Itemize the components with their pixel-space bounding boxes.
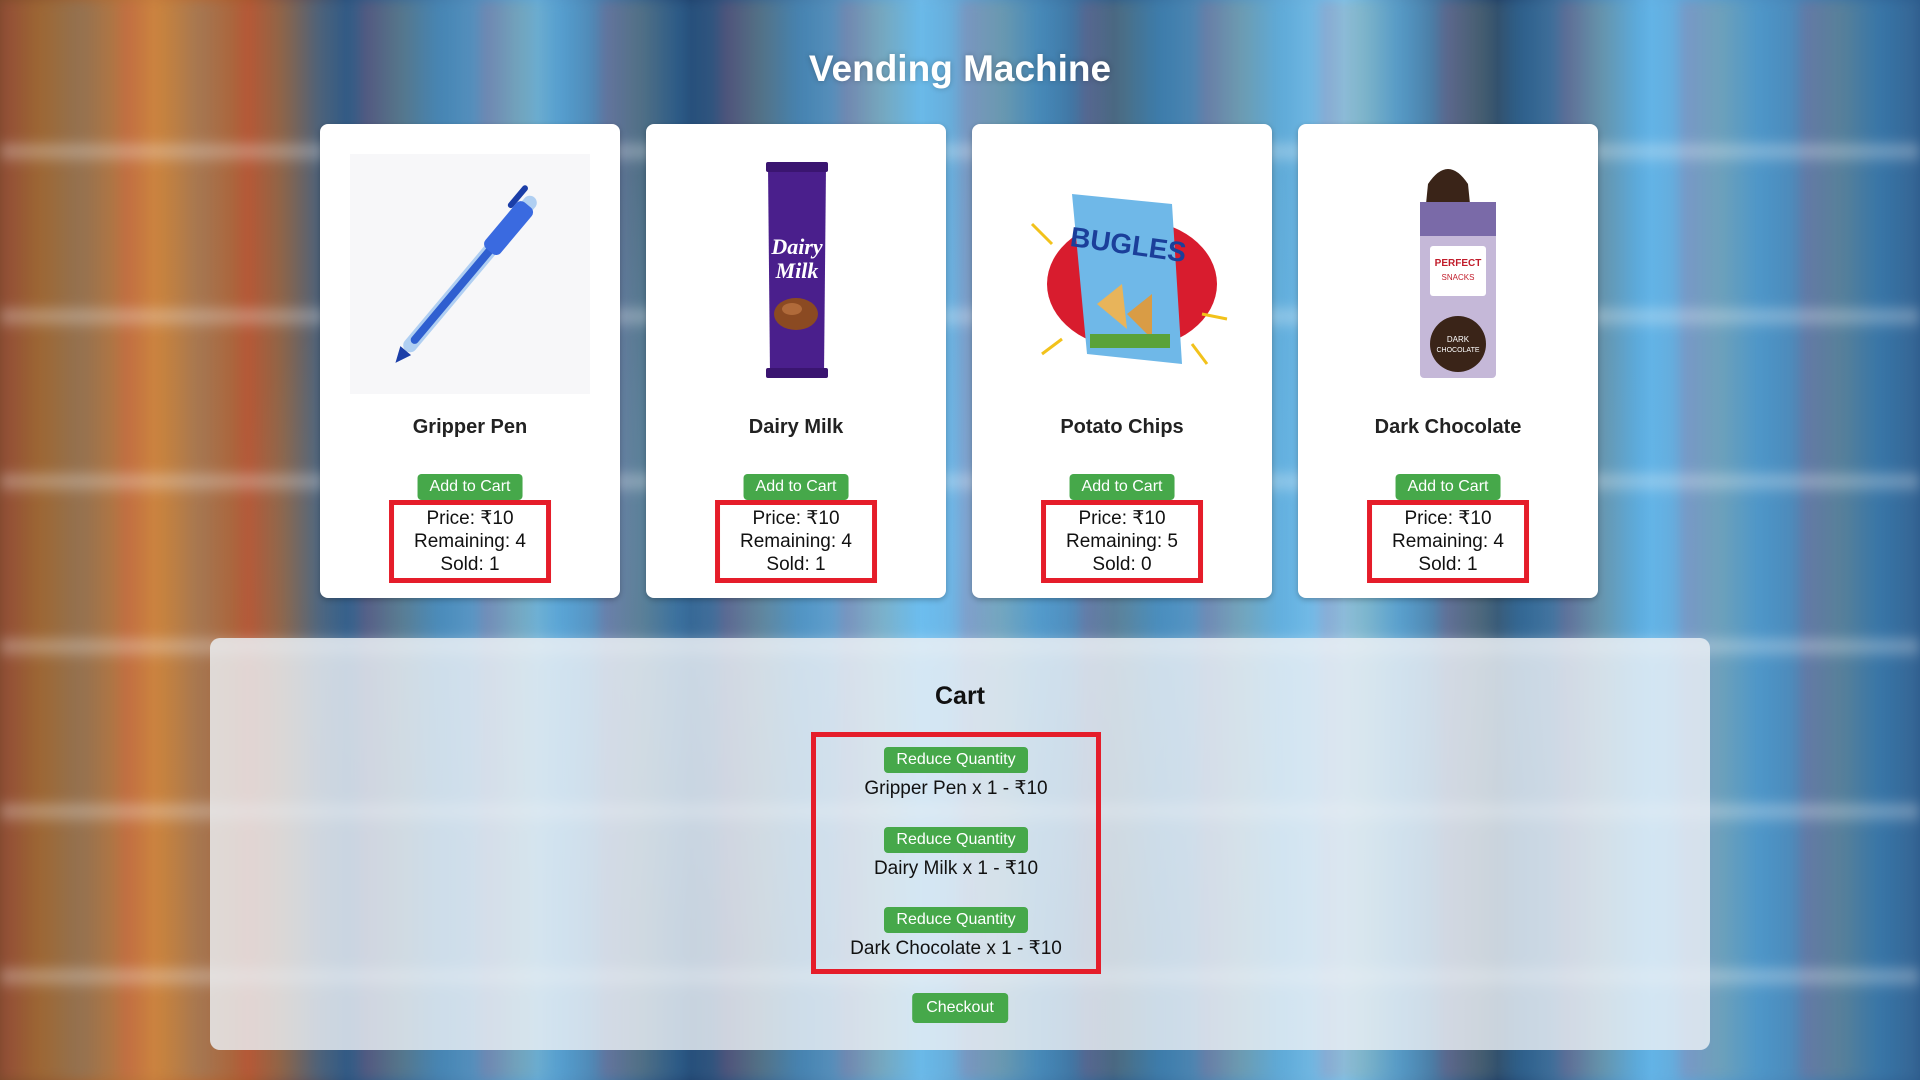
product-stats: Price: ₹10 Remaining: 5 Sold: 0 <box>1041 500 1203 583</box>
product-price: Price: ₹10 <box>426 508 514 529</box>
chocolate-bar-image: Dairy Milk <box>676 154 916 394</box>
product-card: PERFECT SNACKS DARK CHOCOLATE Dark Choco… <box>1298 124 1598 598</box>
cart-item: Reduce Quantity Dairy Milk x 1 - ₹10 <box>816 827 1096 880</box>
product-name: Potato Chips <box>1060 416 1184 438</box>
product-sold: Sold: 1 <box>1418 554 1478 575</box>
product-price: Price: ₹10 <box>1078 508 1166 529</box>
product-sold: Sold: 0 <box>1092 554 1152 575</box>
cart-items-list: Reduce Quantity Gripper Pen x 1 - ₹10 Re… <box>811 732 1101 974</box>
svg-text:DARK: DARK <box>1447 335 1470 344</box>
add-to-cart-button[interactable]: Add to Cart <box>1069 474 1175 500</box>
product-remaining: Remaining: 4 <box>740 531 852 552</box>
reduce-quantity-button[interactable]: Reduce Quantity <box>884 827 1028 853</box>
svg-text:PERFECT: PERFECT <box>1435 258 1482 269</box>
reduce-quantity-button[interactable]: Reduce Quantity <box>884 747 1028 773</box>
cart-item: Reduce Quantity Dark Chocolate x 1 - ₹10 <box>816 907 1096 960</box>
product-stats: Price: ₹10 Remaining: 4 Sold: 1 <box>715 500 877 583</box>
cart-panel: Cart Reduce Quantity Gripper Pen x 1 - ₹… <box>210 638 1710 1050</box>
product-sold: Sold: 1 <box>440 554 500 575</box>
cart-title: Cart <box>934 682 985 710</box>
product-card: Dairy Milk Dairy Milk Add to Cart Price:… <box>646 124 946 598</box>
product-name: Gripper Pen <box>412 416 528 438</box>
product-grid: Gripper Pen Add to Cart Price: ₹10 Remai… <box>320 124 1602 598</box>
add-to-cart-button[interactable]: Add to Cart <box>743 474 849 500</box>
chips-bag-image: BUGLES <box>1002 154 1242 394</box>
page-title: Vending Machine <box>808 48 1112 89</box>
reduce-quantity-button[interactable]: Reduce Quantity <box>884 907 1028 933</box>
product-remaining: Remaining: 5 <box>1066 531 1178 552</box>
cart-item-text: Gripper Pen x 1 - ₹10 <box>864 778 1048 799</box>
add-to-cart-button[interactable]: Add to Cart <box>417 474 523 500</box>
snack-bar-image: PERFECT SNACKS DARK CHOCOLATE <box>1328 154 1568 394</box>
svg-text:SNACKS: SNACKS <box>1442 273 1475 282</box>
cart-item-text: Dairy Milk x 1 - ₹10 <box>873 858 1039 879</box>
add-to-cart-button[interactable]: Add to Cart <box>1395 474 1501 500</box>
product-sold: Sold: 1 <box>766 554 826 575</box>
product-price: Price: ₹10 <box>752 508 840 529</box>
product-remaining: Remaining: 4 <box>1392 531 1504 552</box>
cart-item: Reduce Quantity Gripper Pen x 1 - ₹10 <box>816 747 1096 800</box>
product-card: BUGLES Potato Chips Add to Cart Price: ₹… <box>972 124 1272 598</box>
product-name: Dairy Milk <box>748 416 844 438</box>
svg-text:Milk: Milk <box>775 258 819 283</box>
checkout-button[interactable]: Checkout <box>912 993 1008 1023</box>
product-remaining: Remaining: 4 <box>414 531 526 552</box>
svg-text:Dairy: Dairy <box>770 234 823 259</box>
product-stats: Price: ₹10 Remaining: 4 Sold: 1 <box>1367 500 1529 583</box>
cart-item-text: Dark Chocolate x 1 - ₹10 <box>850 938 1062 959</box>
product-card: Gripper Pen Add to Cart Price: ₹10 Remai… <box>320 124 620 598</box>
product-name: Dark Chocolate <box>1374 416 1522 438</box>
pen-image <box>350 154 590 394</box>
svg-text:CHOCOLATE: CHOCOLATE <box>1436 347 1479 354</box>
product-price: Price: ₹10 <box>1404 508 1492 529</box>
product-stats: Price: ₹10 Remaining: 4 Sold: 1 <box>389 500 551 583</box>
